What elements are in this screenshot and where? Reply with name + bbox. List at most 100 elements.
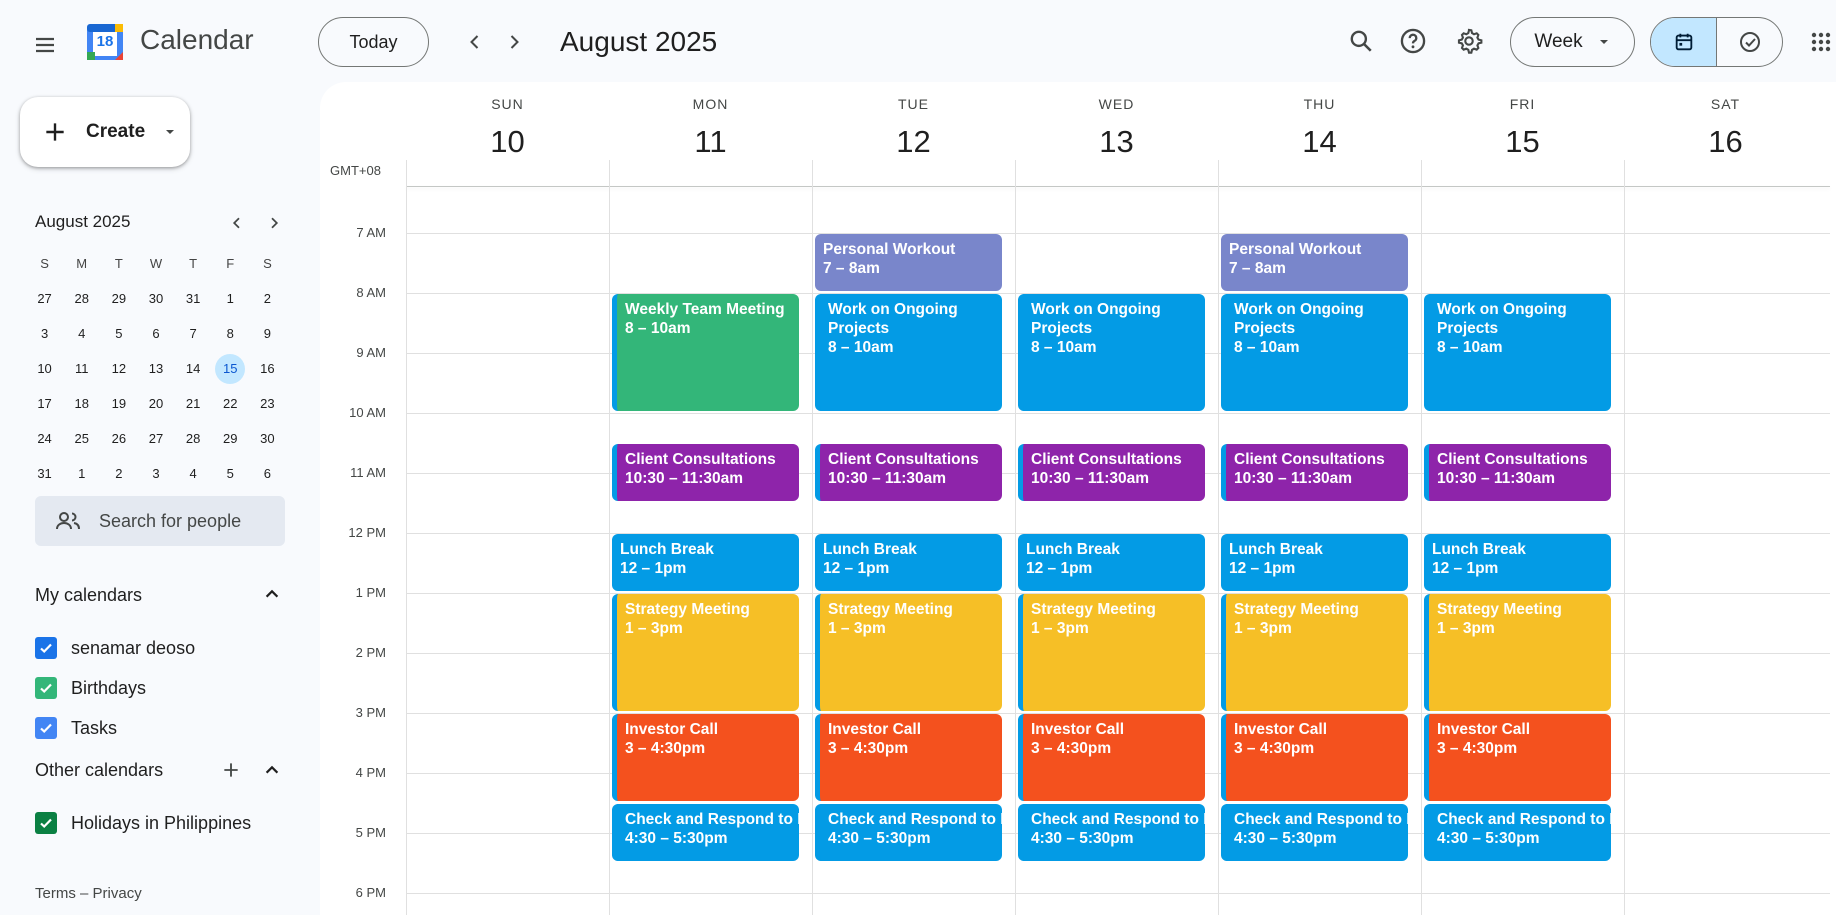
- calendar-list-item[interactable]: senamar deoso: [35, 628, 195, 668]
- next-week-button[interactable]: [494, 22, 534, 62]
- calendar-event[interactable]: Investor Call 3 – 4:30pm: [1424, 714, 1611, 801]
- other-calendars-collapse-button[interactable]: [257, 755, 287, 785]
- calendar-event[interactable]: Work on Ongoing Projects 8 – 10am: [1018, 294, 1205, 411]
- mini-calendar-day[interactable]: 14: [175, 361, 212, 376]
- privacy-link[interactable]: Privacy: [93, 885, 142, 902]
- day-header-number[interactable]: 15: [1421, 124, 1624, 160]
- mini-calendar-day[interactable]: 19: [100, 396, 137, 411]
- mini-calendar-prev-button[interactable]: [222, 208, 252, 238]
- mini-calendar-day[interactable]: 28: [63, 291, 100, 306]
- mini-calendar-day[interactable]: 15: [212, 353, 249, 384]
- calendar-checkbox[interactable]: [35, 717, 57, 739]
- calendar-checkbox[interactable]: [35, 812, 57, 834]
- calendar-event[interactable]: Investor Call 3 – 4:30pm: [815, 714, 1002, 801]
- mini-calendar-day[interactable]: 17: [26, 396, 63, 411]
- mini-calendar-day[interactable]: 21: [175, 396, 212, 411]
- mini-calendar-day[interactable]: 11: [63, 361, 100, 376]
- calendar-event[interactable]: Strategy Meeting 1 – 3pm: [612, 594, 799, 711]
- mini-calendar-day[interactable]: 3: [26, 326, 63, 341]
- tasks-view-toggle[interactable]: [1717, 18, 1782, 66]
- mini-calendar-day[interactable]: 4: [63, 326, 100, 341]
- calendar-event[interactable]: Work on Ongoing Projects 8 – 10am: [815, 294, 1002, 411]
- mini-calendar-day[interactable]: 16: [249, 361, 286, 376]
- calendar-event[interactable]: Client Consultations 10:30 – 11:30am: [612, 444, 799, 501]
- calendar-event[interactable]: Check and Respond to Emails 4:30 – 5:30pm: [1424, 804, 1611, 861]
- previous-week-button[interactable]: [455, 22, 495, 62]
- mini-calendar-day[interactable]: 3: [137, 466, 174, 481]
- mini-calendar-day[interactable]: 1: [63, 466, 100, 481]
- mini-calendar-next-button[interactable]: [259, 208, 289, 238]
- day-header-number[interactable]: 11: [609, 124, 812, 160]
- mini-calendar-day[interactable]: 23: [249, 396, 286, 411]
- calendar-event[interactable]: Lunch Break 12 – 1pm: [815, 534, 1002, 591]
- mini-calendar-day[interactable]: 27: [26, 291, 63, 306]
- calendar-event[interactable]: Personal Workout 7 – 8am: [1221, 234, 1408, 291]
- calendar-event[interactable]: Check and Respond to Emails 4:30 – 5:30pm: [612, 804, 799, 861]
- mini-calendar-day[interactable]: 31: [26, 466, 63, 481]
- calendar-event[interactable]: Personal Workout 7 – 8am: [815, 234, 1002, 291]
- day-header-number[interactable]: 10: [406, 124, 609, 160]
- view-select[interactable]: Week: [1510, 17, 1635, 67]
- mini-calendar-day[interactable]: 1: [212, 291, 249, 306]
- mini-calendar-day[interactable]: 28: [175, 431, 212, 446]
- mini-calendar-day[interactable]: 29: [212, 431, 249, 446]
- calendar-event[interactable]: Investor Call 3 – 4:30pm: [1221, 714, 1408, 801]
- calendar-checkbox[interactable]: [35, 677, 57, 699]
- calendar-event[interactable]: Check and Respond to Emails 4:30 – 5:30pm: [1018, 804, 1205, 861]
- mini-calendar-day[interactable]: 2: [249, 291, 286, 306]
- day-header-number[interactable]: 13: [1015, 124, 1218, 160]
- mini-calendar-day[interactable]: 13: [137, 361, 174, 376]
- main-menu-button[interactable]: [22, 22, 68, 68]
- calendar-event[interactable]: Client Consultations 10:30 – 11:30am: [815, 444, 1002, 501]
- mini-calendar-day[interactable]: 2: [100, 466, 137, 481]
- calendar-event[interactable]: Check and Respond to Emails 4:30 – 5:30pm: [1221, 804, 1408, 861]
- mini-calendar-day[interactable]: 8: [212, 326, 249, 341]
- calendar-event[interactable]: Strategy Meeting 1 – 3pm: [1221, 594, 1408, 711]
- mini-calendar-day[interactable]: 12: [100, 361, 137, 376]
- mini-calendar-day[interactable]: 26: [100, 431, 137, 446]
- mini-calendar-day[interactable]: 9: [249, 326, 286, 341]
- calendar-list-item[interactable]: Birthdays: [35, 668, 195, 708]
- calendar-event[interactable]: Strategy Meeting 1 – 3pm: [815, 594, 1002, 711]
- calendar-event[interactable]: Work on Ongoing Projects 8 – 10am: [1221, 294, 1408, 411]
- today-button[interactable]: Today: [318, 17, 429, 67]
- calendar-event[interactable]: Investor Call 3 – 4:30pm: [612, 714, 799, 801]
- mini-calendar-day[interactable]: 10: [26, 361, 63, 376]
- create-button[interactable]: Create: [20, 97, 190, 167]
- my-calendars-title[interactable]: My calendars: [35, 585, 142, 606]
- mini-calendar-day[interactable]: 30: [137, 291, 174, 306]
- calendar-event[interactable]: Check and Respond to Emails 4:30 – 5:30pm: [815, 804, 1002, 861]
- calendar-event[interactable]: Strategy Meeting 1 – 3pm: [1424, 594, 1611, 711]
- mini-calendar-day[interactable]: 5: [212, 466, 249, 481]
- calendar-event[interactable]: Lunch Break 12 – 1pm: [612, 534, 799, 591]
- calendar-event[interactable]: Investor Call 3 – 4:30pm: [1018, 714, 1205, 801]
- calendar-event[interactable]: Client Consultations 10:30 – 11:30am: [1221, 444, 1408, 501]
- mini-calendar-day[interactable]: 25: [63, 431, 100, 446]
- calendar-event[interactable]: Lunch Break 12 – 1pm: [1221, 534, 1408, 591]
- mini-calendar-day[interactable]: 29: [100, 291, 137, 306]
- other-calendars-title[interactable]: Other calendars: [35, 760, 163, 781]
- add-other-calendar-button[interactable]: [216, 755, 246, 785]
- calendar-event[interactable]: Client Consultations 10:30 – 11:30am: [1018, 444, 1205, 501]
- terms-link[interactable]: Terms: [35, 885, 76, 902]
- search-button[interactable]: [1338, 18, 1384, 64]
- mini-calendar-day[interactable]: 24: [26, 431, 63, 446]
- mini-calendar-day[interactable]: 5: [100, 326, 137, 341]
- day-header-number[interactable]: 12: [812, 124, 1015, 160]
- mini-calendar-day[interactable]: 30: [249, 431, 286, 446]
- mini-calendar-day[interactable]: 7: [175, 326, 212, 341]
- calendar-checkbox[interactable]: [35, 637, 57, 659]
- calendar-event[interactable]: Lunch Break 12 – 1pm: [1018, 534, 1205, 591]
- calendar-list-item[interactable]: Tasks: [35, 708, 195, 748]
- mini-calendar-day[interactable]: 22: [212, 396, 249, 411]
- mini-calendar-day[interactable]: 4: [175, 466, 212, 481]
- mini-calendar-day[interactable]: 18: [63, 396, 100, 411]
- calendar-list-item[interactable]: Holidays in Philippines: [35, 803, 251, 843]
- search-people-field[interactable]: Search for people: [35, 496, 285, 546]
- calendar-event[interactable]: Client Consultations 10:30 – 11:30am: [1424, 444, 1611, 501]
- mini-calendar-day[interactable]: 6: [137, 326, 174, 341]
- mini-calendar-day[interactable]: 6: [249, 466, 286, 481]
- help-button[interactable]: [1390, 18, 1436, 64]
- day-header-number[interactable]: 16: [1624, 124, 1827, 160]
- calendar-logo[interactable]: 18: [85, 22, 125, 62]
